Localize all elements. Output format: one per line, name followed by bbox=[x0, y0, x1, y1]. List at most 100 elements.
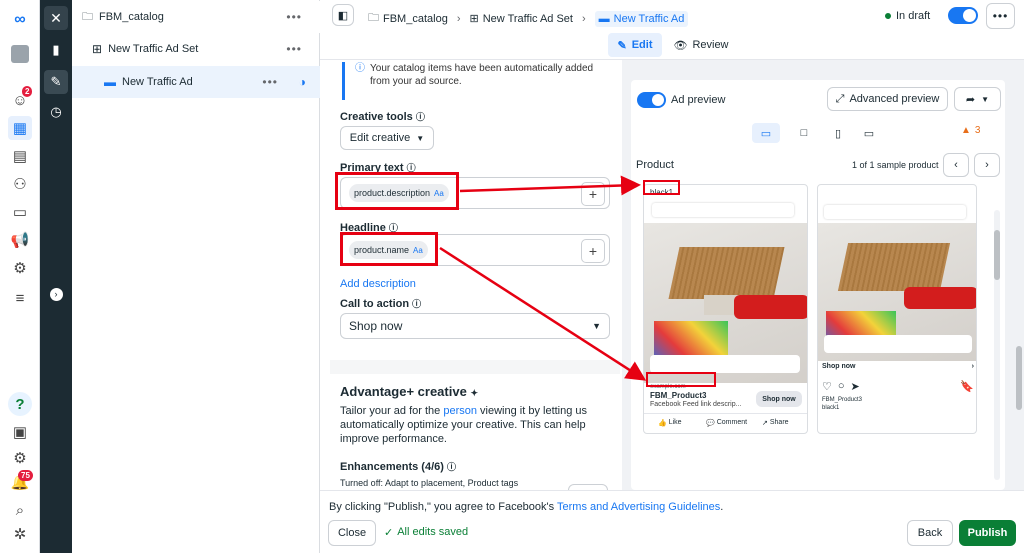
info-icon: ⓘ bbox=[388, 223, 398, 233]
share-action[interactable]: ↗ Share bbox=[762, 419, 789, 427]
creative-tools-text: Creative tools bbox=[340, 111, 413, 123]
billing-icon[interactable]: ▭ bbox=[8, 200, 32, 224]
info-icon: ⓘ bbox=[446, 462, 456, 472]
share-icon: ➦ bbox=[965, 93, 976, 106]
search-icon[interactable]: ⌕ bbox=[8, 498, 32, 522]
add-description-link[interactable]: Add description bbox=[340, 278, 416, 290]
settings-gear-icon[interactable]: ⚙ bbox=[8, 446, 32, 470]
toggle-panel-button[interactable]: ◧ bbox=[332, 4, 354, 26]
send-icon[interactable]: ➤ bbox=[851, 380, 860, 393]
primary-text-field[interactable]: product.description Aa + bbox=[340, 177, 610, 209]
ad-icon: ▬ bbox=[104, 75, 116, 89]
all-tools-menu-icon[interactable]: ≡ bbox=[8, 286, 32, 310]
tree-item-campaign[interactable]: 🗀 FBM_catalog ••• bbox=[72, 1, 320, 33]
help-icon[interactable]: ? bbox=[8, 392, 32, 416]
advanced-preview-button[interactable]: ⤢ Advanced preview bbox=[827, 87, 948, 111]
left-nav-rail: ∞ ☺ 2 ▦ ▤ ⚇ ▭ 📢 ⚙ ≡ ? ▣ ⚙ 🔔 75 ⌕ ✲ bbox=[0, 0, 40, 553]
meta-logo-icon[interactable]: ∞ bbox=[8, 8, 32, 32]
close-button[interactable]: Close bbox=[328, 520, 376, 546]
headline-token[interactable]: product.name Aa bbox=[349, 241, 428, 259]
like-action[interactable]: 👍 Like bbox=[658, 419, 682, 427]
notice-prefix: By clicking "Publish," you agree to Face… bbox=[329, 501, 557, 513]
panel-scrollbar[interactable] bbox=[1016, 160, 1022, 480]
edit-pencil-icon[interactable]: ✎ bbox=[44, 70, 68, 94]
campaign-megaphone-icon[interactable]: 📢 bbox=[8, 228, 32, 252]
caret-down-icon: ▼ bbox=[592, 321, 601, 331]
primary-text-token[interactable]: product.description Aa bbox=[349, 184, 449, 202]
card-url: example.com bbox=[650, 384, 686, 390]
product-image bbox=[644, 223, 807, 383]
publish-button[interactable]: Publish bbox=[959, 520, 1016, 546]
history-clock-icon[interactable]: ◷ bbox=[44, 100, 68, 124]
tree-item-adset[interactable]: ⊞ New Traffic Ad Set ••• bbox=[72, 33, 320, 65]
expand-chevron-icon[interactable]: › bbox=[44, 282, 68, 306]
draft-toggle[interactable] bbox=[948, 7, 978, 24]
chevron-right-icon: › bbox=[971, 363, 974, 370]
ads-manager-table-icon[interactable]: ▦ bbox=[8, 116, 32, 140]
placement-wide-icon[interactable]: ▭ bbox=[859, 123, 879, 143]
person-link[interactable]: person bbox=[443, 405, 477, 417]
prev-sample-button[interactable]: ‹ bbox=[943, 153, 969, 177]
comment-icon: 💬 bbox=[706, 420, 715, 427]
editor-dark-rail: ✕ ▮ ✎ ◷ › bbox=[40, 0, 72, 553]
headline-label-text: Headline bbox=[340, 222, 386, 234]
events-manager-icon[interactable]: ⚙ bbox=[8, 256, 32, 280]
share-icon: ↗ bbox=[762, 420, 768, 427]
comment-icon[interactable]: ○ bbox=[838, 380, 845, 393]
warning-count: 3 bbox=[974, 125, 981, 136]
chart-icon[interactable]: ▮ bbox=[44, 38, 68, 62]
comment-action[interactable]: 💬 Comment bbox=[706, 419, 747, 427]
audiences-icon[interactable]: ⚇ bbox=[8, 172, 32, 196]
token-text: product.name bbox=[354, 245, 410, 255]
placement-mobile-icon[interactable]: ▯ bbox=[828, 123, 848, 143]
edit-creative-dropdown[interactable]: Edit creative ▼ bbox=[340, 126, 434, 150]
close-editor-icon[interactable]: ✕ bbox=[44, 6, 68, 30]
news-icon[interactable]: ▣ bbox=[8, 420, 32, 444]
back-button[interactable]: Back bbox=[907, 520, 953, 546]
pages-icon[interactable]: ▤ bbox=[8, 144, 32, 168]
next-sample-button[interactable]: › bbox=[974, 153, 1000, 177]
sample-count: 1 of 1 sample product bbox=[852, 160, 939, 170]
bookmark-icon[interactable]: 🔖 bbox=[960, 380, 974, 393]
breadcrumb-campaign[interactable]: FBM_catalog bbox=[383, 13, 448, 25]
tree-item-ad[interactable]: ▬ New Traffic Ad ••• ◑ bbox=[72, 66, 320, 98]
card-shop-now-button[interactable]: Shop now bbox=[756, 391, 802, 407]
ad-preview-toggle[interactable] bbox=[637, 92, 666, 108]
breadcrumb: 🗀 FBM_catalog › ⊞ New Traffic Ad Set › ▬… bbox=[368, 9, 689, 28]
breadcrumb-adset[interactable]: New Traffic Ad Set bbox=[483, 13, 573, 25]
text-placeholder bbox=[652, 203, 794, 217]
chevron-right-icon: › bbox=[456, 12, 461, 25]
enhancements-text: Enhancements (4/6) bbox=[340, 461, 444, 473]
tree-item-label: New Traffic Ad bbox=[122, 76, 193, 88]
heart-icon[interactable]: ♡ bbox=[822, 380, 832, 393]
edit-creative-label: Edit creative bbox=[349, 132, 411, 144]
tab-edit[interactable]: ✎ Edit bbox=[608, 33, 662, 57]
notifications-icon[interactable]: ☺ 2 bbox=[8, 86, 33, 112]
more-options-icon[interactable]: ••• bbox=[286, 10, 302, 24]
bug-report-icon[interactable]: ✲ bbox=[8, 522, 32, 546]
alerts-bell-icon[interactable]: 🔔 75 bbox=[8, 470, 33, 494]
pencil-icon: ✎ bbox=[617, 39, 627, 52]
share-dropdown-button[interactable]: ➦ ▼ bbox=[954, 87, 1001, 111]
warning-indicator[interactable]: ▲ 3 bbox=[961, 125, 980, 136]
preview-container: Ad preview ⤢ Advanced preview ➦ ▼ ▭ □ ▯ ▭ … bbox=[631, 80, 1005, 490]
add-headline-button[interactable]: + bbox=[581, 239, 605, 263]
more-options-icon[interactable]: ••• bbox=[262, 75, 278, 89]
cta-select[interactable]: Shop now ▼ bbox=[340, 313, 610, 339]
info-icon: ⓘ bbox=[415, 112, 425, 122]
top-bar: ◧ 🗀 FBM_catalog › ⊞ New Traffic Ad Set ›… bbox=[320, 0, 1024, 60]
headline-field[interactable]: product.name Aa + bbox=[340, 234, 610, 266]
terms-link[interactable]: Terms and Advertising Guidelines bbox=[557, 501, 720, 513]
placement-desktop-icon[interactable]: ▭ bbox=[752, 123, 780, 143]
more-menu-button[interactable]: ••• bbox=[986, 3, 1015, 29]
sparkle-icon: ✦ bbox=[470, 388, 478, 398]
breadcrumb-ad[interactable]: ▬ New Traffic Ad bbox=[594, 10, 689, 27]
placement-square-icon[interactable]: □ bbox=[794, 123, 814, 143]
account-avatar[interactable] bbox=[8, 42, 32, 66]
more-options-icon[interactable]: ••• bbox=[286, 42, 302, 56]
product-image bbox=[818, 223, 976, 361]
tab-review[interactable]: 👁 Review bbox=[672, 33, 730, 57]
insta-shop-now-row[interactable]: Shop now › bbox=[822, 363, 974, 370]
preview-scrollbar[interactable] bbox=[994, 210, 1000, 480]
add-variant-button[interactable]: + bbox=[581, 182, 605, 206]
